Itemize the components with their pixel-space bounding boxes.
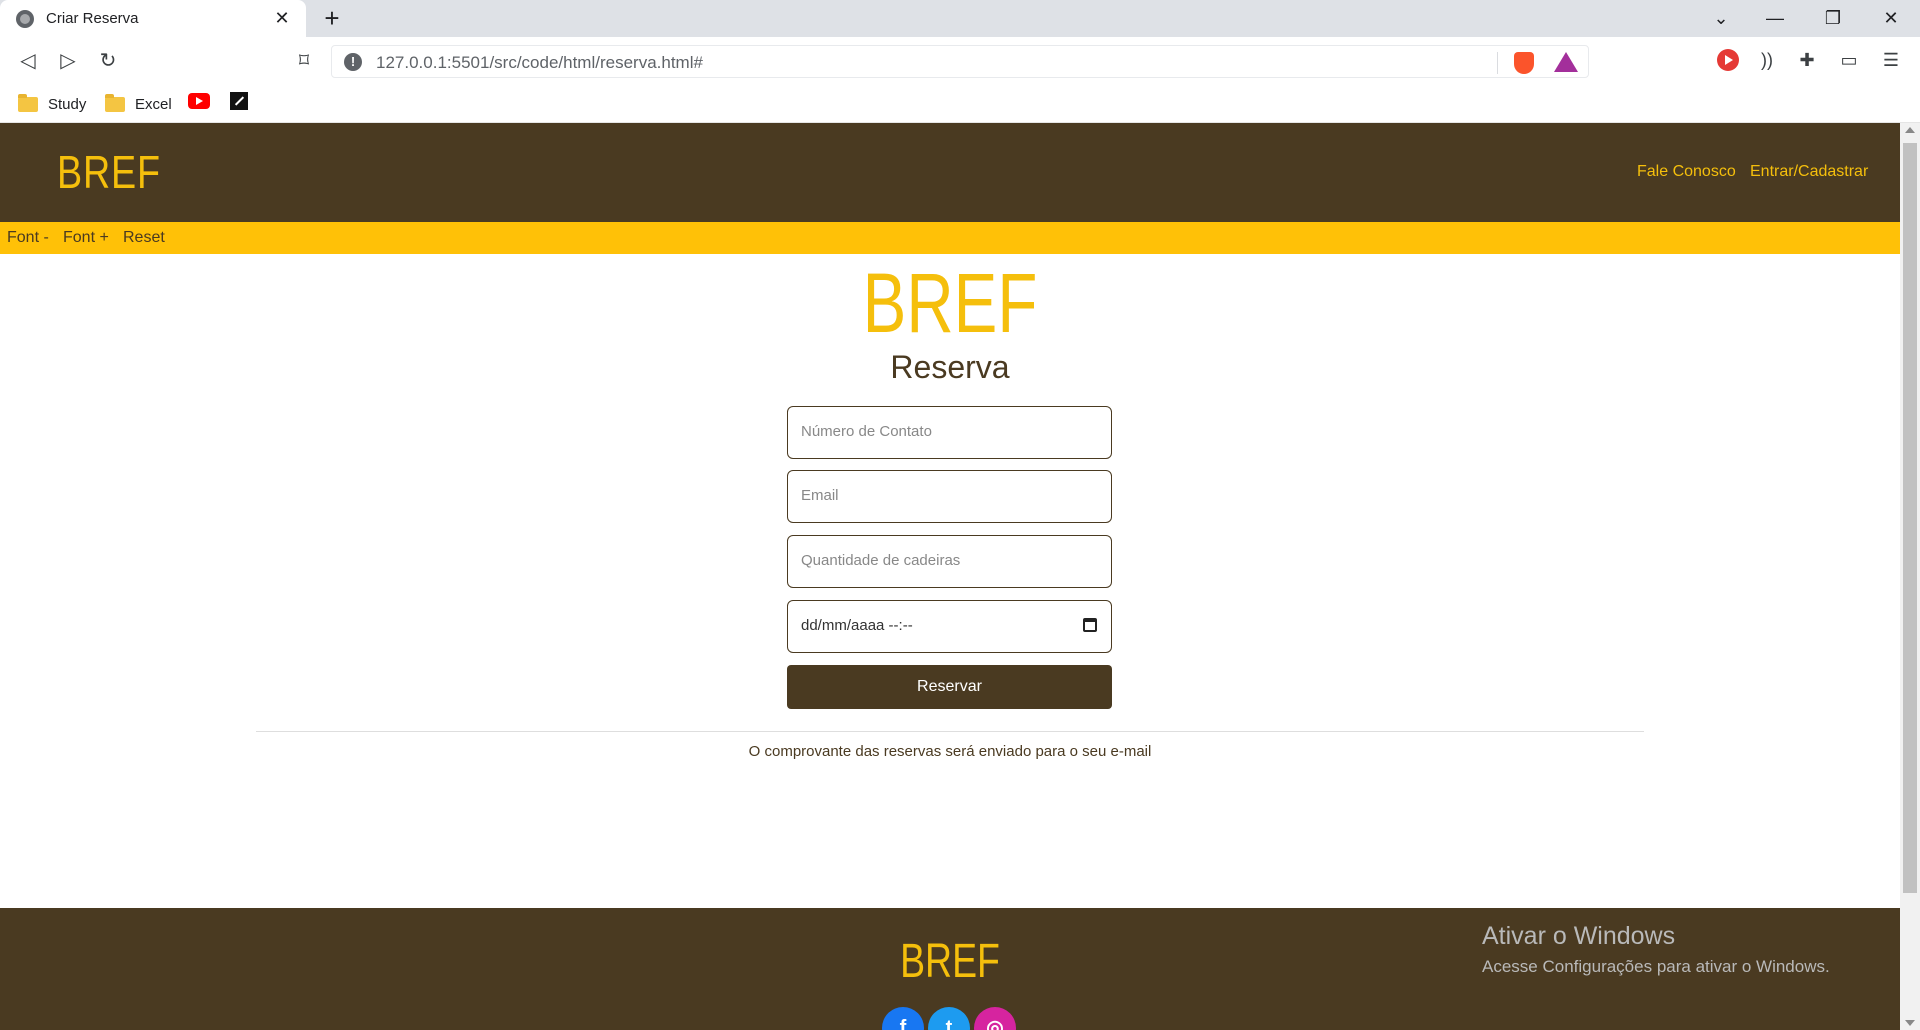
bookmark-study[interactable]: Study [18, 93, 86, 115]
app-bookmark-icon[interactable] [230, 92, 248, 110]
site-logo[interactable]: BREF [57, 145, 161, 199]
datetime-value: dd/mm/aaaa --:-- [801, 617, 913, 634]
windows-activation-watermark: Ativar o Windows Acesse Configurações pa… [1482, 922, 1830, 977]
reservation-notice: O comprovante das reservas será enviado … [748, 743, 1152, 760]
page-scrollbar[interactable] [1900, 123, 1920, 1030]
url-text[interactable]: 127.0.0.1:5501/src/code/html/reserva.htm… [376, 53, 703, 73]
scroll-thumb[interactable] [1903, 143, 1917, 893]
font-reset-button[interactable]: Reset [123, 229, 165, 247]
font-decrease-button[interactable]: Font - [7, 229, 49, 247]
browser-tab[interactable]: Criar Reserva ✕ [0, 0, 306, 37]
twitter-icon[interactable]: t [928, 1007, 970, 1030]
close-tab-icon[interactable]: ✕ [272, 8, 292, 28]
menu-icon[interactable]: ☰ [1878, 47, 1904, 73]
nav-fale-conosco[interactable]: Fale Conosco [1637, 163, 1736, 181]
wallet-icon[interactable]: ▭ [1836, 47, 1862, 73]
bookmark-label: Excel [135, 95, 172, 113]
youtube-bookmark-icon[interactable] [188, 93, 210, 109]
bookmark-label: Study [48, 95, 87, 113]
calendar-icon[interactable] [1083, 618, 1097, 632]
tab-strip: Criar Reserva ✕ + ⌄ — ❐ ✕ [0, 0, 1920, 37]
forward-icon[interactable]: ▷ [54, 47, 82, 75]
restore-icon[interactable]: ❐ [1818, 6, 1848, 30]
close-window-icon[interactable]: ✕ [1876, 6, 1906, 30]
bookmark-excel[interactable]: Excel [105, 93, 172, 115]
email-field[interactable]: Email [787, 470, 1112, 523]
divider [1497, 52, 1498, 74]
info-icon[interactable]: ! [344, 53, 362, 71]
footer-logo: BREF [900, 935, 1000, 988]
reserve-button[interactable]: Reservar [787, 665, 1112, 709]
tab-title: Criar Reserva [46, 10, 139, 27]
minimize-icon[interactable]: — [1760, 6, 1790, 30]
datetime-field[interactable]: dd/mm/aaaa --:-- [787, 600, 1112, 653]
phone-field[interactable]: Número de Contato [787, 406, 1112, 459]
back-icon[interactable]: ◁ [14, 47, 42, 75]
brave-shields-icon[interactable] [1514, 52, 1534, 74]
watermark-title: Ativar o Windows [1482, 922, 1676, 950]
bookmark-icon[interactable]: ⌑ [290, 47, 318, 75]
watermark-subtitle: Acesse Configurações para ativar o Windo… [1482, 957, 1830, 976]
puzzle-icon[interactable]: ✚ [1794, 47, 1820, 73]
brave-rewards-icon[interactable] [1554, 52, 1578, 72]
folder-icon [18, 93, 38, 112]
browser-toolbar: ◁ ▷ ↻ ⌑ ! 127.0.0.1:5501/src/code/html/r… [0, 37, 1920, 85]
address-bar[interactable]: ! 127.0.0.1:5501/src/code/html/reserva.h… [331, 45, 1589, 78]
page-title: Reserva [890, 349, 1010, 385]
bookmarks-bar [0, 85, 1920, 123]
reload-icon[interactable]: ↻ [94, 47, 122, 75]
scroll-up-icon[interactable] [1905, 127, 1915, 133]
divider [256, 731, 1644, 732]
instagram-icon[interactable]: ◎ [974, 1007, 1016, 1030]
site-header: BREF Fale Conosco Entrar/Cadastrar [0, 123, 1900, 222]
tab-search-icon[interactable]: ⌄ [1706, 6, 1736, 30]
audio-extension-icon[interactable]: )) [1754, 47, 1780, 73]
scroll-down-icon[interactable] [1905, 1020, 1915, 1026]
globe-icon [16, 9, 34, 28]
folder-icon [105, 93, 125, 112]
nav-entrar-cadastrar[interactable]: Entrar/Cadastrar [1750, 163, 1868, 181]
chairs-quantity-field[interactable]: Quantidade de cadeiras [787, 535, 1112, 588]
facebook-icon[interactable]: f [882, 1007, 924, 1030]
font-increase-button[interactable]: Font + [63, 229, 109, 247]
form-logo: BREF [862, 256, 1038, 350]
new-tab-button[interactable]: + [318, 4, 346, 32]
accessibility-bar: Font - Font + Reset [0, 222, 1900, 254]
youtube-extension-icon[interactable] [1717, 49, 1739, 71]
web-page: BREF Fale Conosco Entrar/Cadastrar Font … [0, 123, 1900, 1030]
